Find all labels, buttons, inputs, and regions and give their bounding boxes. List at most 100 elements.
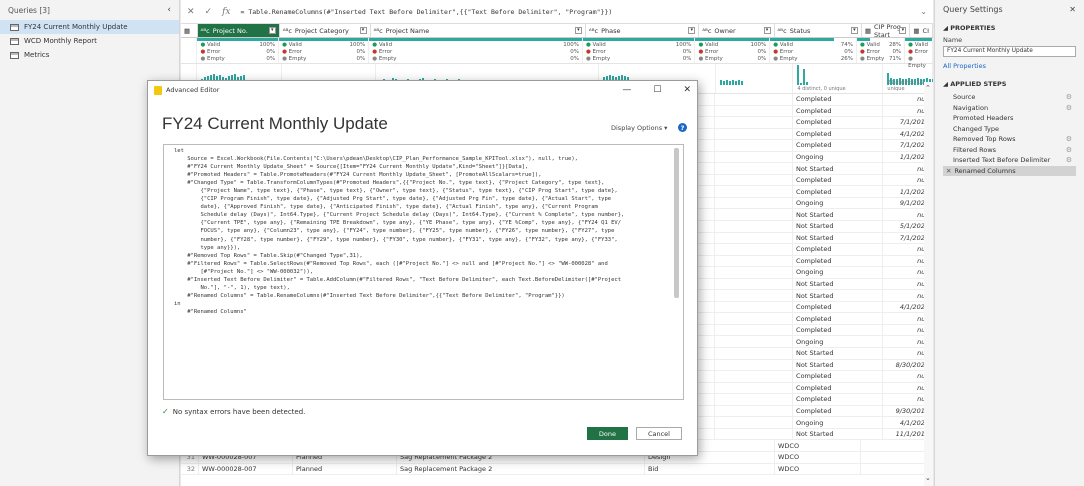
- column-header[interactable]: ᴬᴮc Project Name ▾: [371, 24, 586, 37]
- filter-dropdown-icon[interactable]: ▾: [899, 27, 907, 34]
- status-cell: Not Started: [793, 348, 884, 359]
- quality-bar: [369, 38, 582, 41]
- text-type-icon[interactable]: ᴬᴮc: [589, 27, 598, 35]
- queries-header: Queries [3] ‹: [0, 0, 179, 20]
- status-cell: Completed: [793, 255, 884, 267]
- window-buttons: — ☐ ✕: [622, 85, 691, 95]
- quality-bar: [905, 38, 933, 41]
- gear-icon[interactable]: ⚙: [1066, 146, 1072, 154]
- minimize-icon[interactable]: —: [622, 85, 631, 95]
- column-quality: ● Valid 100% ● Error 0% ● Empty 0%: [582, 38, 696, 63]
- quality-error-text: Error: [378, 49, 393, 55]
- column-header[interactable]: ᴬᴮc Owner ▾: [699, 24, 775, 37]
- histogram-bar: [740, 81, 743, 85]
- text-type-icon[interactable]: ᴬᴮc: [374, 27, 383, 35]
- date-type-icon[interactable]: ▦: [913, 27, 919, 35]
- gear-icon[interactable]: ⚙: [1066, 135, 1072, 143]
- status-cell: Ongoing: [793, 197, 884, 209]
- text-type-icon[interactable]: ᴬᴮc: [702, 27, 711, 35]
- collapse-pane-icon[interactable]: ‹: [167, 5, 171, 15]
- delete-step-icon[interactable]: ✕: [946, 167, 951, 175]
- table-cell: [715, 209, 794, 221]
- grid-scrollbar[interactable]: ⌃ ⌄: [924, 82, 933, 486]
- text-type-icon[interactable]: ᴬᴮc: [283, 27, 292, 35]
- query-item[interactable]: WCD Monthly Report: [0, 34, 179, 48]
- quality-valid-pct: 28%: [888, 42, 902, 48]
- date-type-icon[interactable]: ▦: [865, 27, 871, 35]
- filter-dropdown-icon[interactable]: ▾: [688, 27, 696, 34]
- confirm-formula-icon[interactable]: ✓: [205, 7, 213, 17]
- status-cell: Completed: [793, 186, 884, 197]
- column-header[interactable]: ᴬᴮc Status ▾: [775, 24, 862, 37]
- cancel-button[interactable]: Cancel: [635, 427, 682, 440]
- close-icon[interactable]: ✕: [683, 85, 691, 95]
- column-quality: ● Valid 74% ● Error 0% ● Empty 26%: [770, 38, 857, 63]
- text-type-icon[interactable]: ᴬᴮc: [201, 27, 210, 35]
- gear-icon[interactable]: ⚙: [1066, 156, 1072, 164]
- column-histogram: 4 distinct, 0 unique: [793, 64, 884, 93]
- properties-label: PROPERTIES: [950, 24, 996, 32]
- applied-step[interactable]: Inserted Text Before Delimiter ⚙: [943, 155, 1076, 166]
- status-cell: Completed: [793, 301, 884, 313]
- quality-error-label: ● Error: [586, 49, 606, 56]
- help-icon[interactable]: ?: [678, 123, 687, 132]
- applied-step[interactable]: Changed Type: [943, 124, 1076, 135]
- filter-dropdown-icon[interactable]: ▾: [574, 27, 582, 34]
- column-header[interactable]: ▦ CI: [910, 24, 933, 37]
- applied-step[interactable]: Promoted Headers: [943, 113, 1076, 124]
- expand-formula-icon[interactable]: ⌄: [920, 7, 927, 16]
- code-editor[interactable]: let Source = Excel.Workbook(File.Content…: [163, 144, 684, 400]
- column-header[interactable]: ᴬᴮc Project Category ▾: [280, 24, 371, 37]
- applied-step[interactable]: ✕ Renamed Columns: [943, 165, 1076, 176]
- quality-empty: ● Empty 71%: [860, 56, 901, 63]
- gear-icon[interactable]: ⚙: [1066, 104, 1072, 112]
- quality-valid-pct: 100%: [675, 42, 692, 48]
- table-cell: [715, 417, 794, 428]
- done-button[interactable]: Done: [586, 427, 628, 440]
- settings-header: Query Settings ✕: [943, 5, 1076, 14]
- filter-dropdown-icon[interactable]: ▾: [763, 27, 771, 34]
- applied-step-label: Promoted Headers: [953, 114, 1014, 123]
- filter-dropdown-icon[interactable]: ▾: [359, 27, 367, 34]
- table-cell: [715, 278, 794, 290]
- applied-step[interactable]: Filtered Rows ⚙: [943, 145, 1076, 156]
- applied-step[interactable]: Removed Top Rows ⚙: [943, 134, 1076, 145]
- table-cell: [715, 186, 794, 197]
- status-cell: Completed: [793, 128, 884, 140]
- formula-input[interactable]: = Table.RenameColumns(#"Inserted Text Be…: [241, 8, 613, 16]
- query-item[interactable]: FY24 Current Monthly Update: [0, 20, 179, 34]
- gear-icon[interactable]: ⚙: [1066, 93, 1072, 101]
- applied-step-label: Inserted Text Before Delimiter: [953, 156, 1051, 165]
- histogram-bar: [722, 81, 725, 85]
- quality-empty-text: Empty: [779, 56, 798, 62]
- query-item[interactable]: Metrics: [0, 48, 179, 62]
- quality-valid-label: ● Valid: [372, 42, 392, 49]
- applied-step[interactable]: Source ⚙: [943, 92, 1076, 103]
- text-type-icon[interactable]: ᴬᴮc: [778, 27, 787, 35]
- table-cell: [715, 140, 794, 151]
- column-header[interactable]: ᴬᴮc Phase ▾: [586, 24, 700, 37]
- column-header[interactable]: ᴬᴮc Project No. ▾: [197, 24, 280, 37]
- quality-valid-label: ● Valid: [586, 42, 606, 49]
- column-header-label: Project No.: [212, 26, 248, 35]
- m-code-text[interactable]: let Source = Excel.Workbook(File.Content…: [174, 147, 669, 316]
- filter-dropdown-icon[interactable]: ▾: [268, 27, 276, 34]
- status-cell: Completed: [793, 244, 884, 255]
- table-menu-corner[interactable]: ▦: [181, 24, 198, 37]
- cancel-formula-icon[interactable]: ✕: [187, 7, 195, 17]
- column-header[interactable]: ▦ CIP Prog Start ▾: [862, 24, 911, 39]
- quality-empty: ● Empty 0%: [372, 56, 579, 63]
- query-name-input[interactable]: FY24 Current Monthly Update: [943, 46, 1076, 57]
- maximize-icon[interactable]: ☐: [653, 85, 661, 95]
- scroll-up-icon[interactable]: ⌃: [925, 84, 931, 92]
- display-options-button[interactable]: Display Options ▾: [611, 124, 667, 132]
- editor-scrollbar[interactable]: [674, 148, 679, 298]
- scroll-down-icon[interactable]: ⌄: [925, 474, 931, 482]
- fx-icon: fx: [222, 6, 231, 17]
- quality-valid: ● Valid 100%: [282, 42, 365, 49]
- close-settings-icon[interactable]: ✕: [1069, 5, 1076, 14]
- applied-step[interactable]: Navigation ⚙: [943, 103, 1076, 114]
- filter-dropdown-icon[interactable]: ▾: [850, 27, 858, 34]
- all-properties-link[interactable]: All Properties: [943, 62, 1076, 70]
- table-cell: [715, 221, 794, 232]
